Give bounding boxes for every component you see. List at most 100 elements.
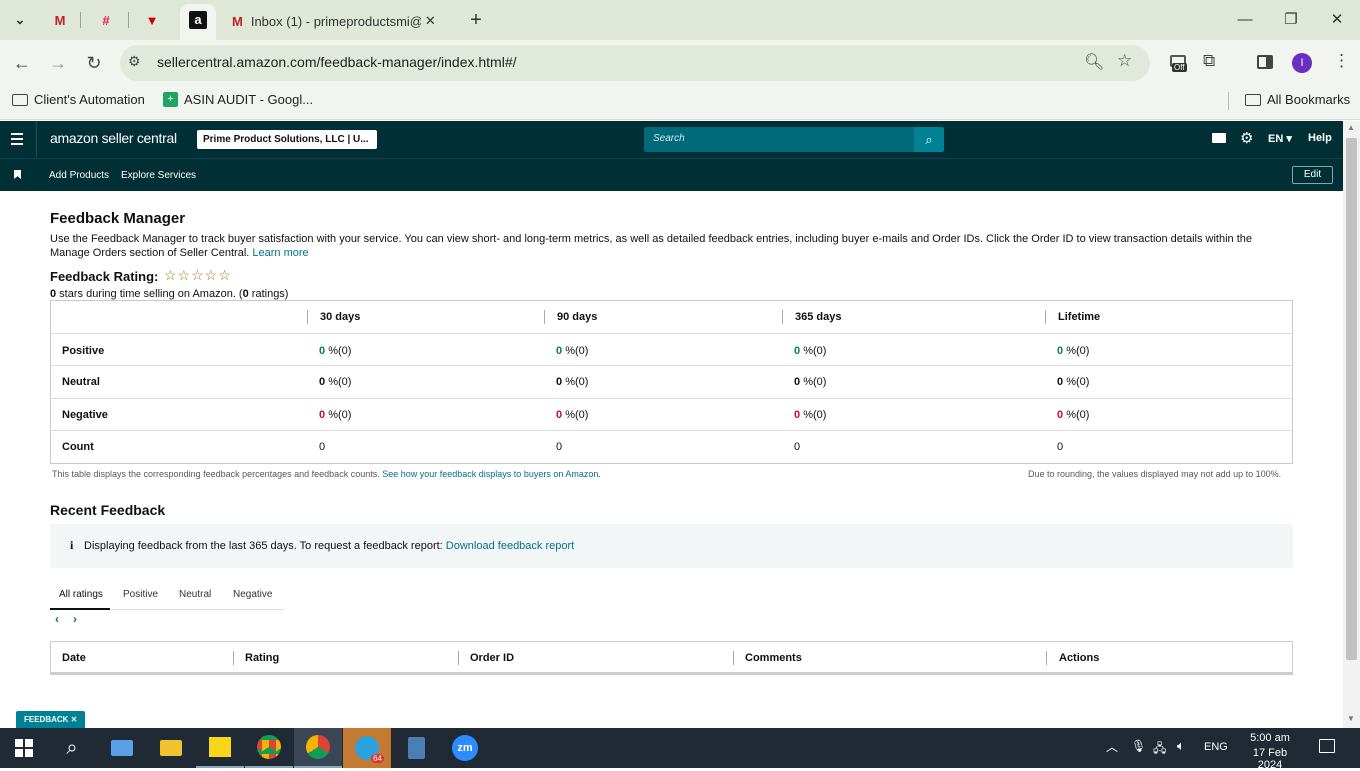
notifications-icon[interactable] [1319,739,1335,753]
table-row-neutral: Neutral 0 %(0) 0 %(0) 0 %(0) 0 %(0) [51,365,1292,398]
close-window-button[interactable]: ✕ [1325,8,1349,32]
extension-icon[interactable]: Off [1168,55,1190,75]
table-cell: 0 %(0) [1057,376,1090,388]
forward-button[interactable]: → [46,51,70,75]
bookmark-label: Client's Automation [34,92,145,107]
reload-button[interactable]: ↻ [82,51,106,75]
bookmark-asin-audit[interactable]: + ASIN AUDIT - Googl... [163,92,313,107]
next-page-chevron-icon[interactable]: › [73,612,77,626]
seller-central-nav-bar [0,158,1343,191]
edit-nav-button[interactable]: Edit [1292,166,1333,184]
tab-all-ratings[interactable]: All ratings [50,579,110,610]
slack-tab-icon[interactable]: # [96,10,116,30]
search-input[interactable]: Search [644,127,916,152]
scroll-down-arrow[interactable]: ▼ [1347,714,1355,723]
feedback-display-link[interactable]: See how your feedback displays to buyers… [382,469,601,479]
extension-badge: Off [1172,63,1187,72]
feedback-tag-button[interactable]: FEEDBACK ✕ [16,711,86,728]
chrome-icon[interactable] [245,728,293,768]
page-description: Use the Feedback Manager to track buyer … [50,233,1252,259]
this-pc-icon[interactable] [98,728,146,768]
pinned-tab-icon[interactable]: ▼ [142,10,162,30]
table-cell: 0 %(0) [794,409,827,421]
feedback-rating-label: Feedback Rating: [50,269,159,284]
chrome-menu-icon[interactable]: ⋮ [1333,51,1350,71]
calculator-icon[interactable] [392,728,440,768]
all-bookmarks[interactable]: All Bookmarks [1245,92,1350,107]
search-icon[interactable]: ⌕ [914,127,944,152]
recent-feedback-title: Recent Feedback [50,502,166,518]
close-tab-icon[interactable]: ✕ [425,13,436,29]
url-text[interactable]: sellercentral.amazon.com/feedback-manage… [157,54,517,70]
scrollbar-thumb[interactable] [1346,138,1357,660]
volume-icon[interactable]: 🔈︎ [1177,738,1185,754]
clock-time: 5:00 am [1250,732,1290,744]
column-divider [544,310,545,324]
tab-neutral[interactable]: Neutral [179,589,211,600]
file-explorer-icon[interactable] [147,728,195,768]
folder-icon [12,93,28,106]
column-header-365-days: 365 days [795,311,842,323]
column-divider [1045,310,1046,324]
input-language[interactable]: ENG [1204,741,1228,753]
settings-gear-icon[interactable]: ⚙ [1240,129,1253,147]
column-header-90-days: 90 days [557,311,598,323]
tab-search-chevron-icon[interactable]: ⌄ [10,10,30,30]
bookmark-star-icon[interactable]: ☆ [1117,51,1132,71]
show-hidden-icons-icon[interactable]: ︿ [1106,738,1118,755]
nav-add-products[interactable]: Add Products [49,170,109,181]
row-label: Positive [62,345,105,357]
language-selector[interactable]: EN ▾ [1268,132,1292,145]
gmail-tab-icon[interactable]: M [50,10,70,30]
zoom-icon[interactable]: 🔍︎ [1084,52,1104,72]
extensions-puzzle-icon[interactable]: ⧉ [1203,51,1215,71]
column-header-date: Date [62,652,86,664]
amazon-seller-central-logo[interactable]: amazon seller central [50,130,177,146]
sticky-notes-icon[interactable] [196,728,244,768]
microphone-icon[interactable]: 🎙︎ [1131,739,1146,753]
clock[interactable]: 5:00 am 17 Feb 2024 [1240,732,1300,771]
account-switcher[interactable]: Prime Product Solutions, LLC | U... [197,130,377,149]
tab-positive[interactable]: Positive [123,589,158,600]
table-cell: 0 %(0) [556,409,589,421]
column-divider [307,310,308,324]
mail-icon[interactable] [1212,133,1226,143]
maximize-button[interactable]: ❐ [1279,8,1303,32]
learn-more-link[interactable]: Learn more [252,247,308,259]
tab-inbox[interactable]: M Inbox (1) - primeproductsmi@g ✕ [226,6,460,36]
help-link[interactable]: Help [1308,132,1332,144]
windows-start-icon[interactable] [0,728,48,768]
new-tab-button[interactable]: + [464,8,488,32]
back-button[interactable]: ← [10,51,34,75]
nav-explore-services[interactable]: Explore Services [121,170,196,181]
rounding-note: Due to rounding, the values displayed ma… [1028,469,1282,479]
side-panel-icon[interactable] [1257,55,1273,69]
download-feedback-report-link[interactable]: Download feedback report [446,540,574,552]
table-cell: 0 %(0) [319,409,352,421]
bookmark-clients-automation[interactable]: Client's Automation [12,92,145,107]
minimize-button[interactable]: — [1233,8,1257,32]
table-cell: 0 %(0) [556,376,589,388]
table-cell: 0 %(0) [794,376,827,388]
bookmark-label: ASIN AUDIT - Googl... [184,92,314,107]
column-divider [458,651,459,665]
star-rating-icon: ☆☆☆☆☆ [164,267,232,283]
chrome-profile-icon[interactable] [294,728,342,768]
profile-avatar[interactable]: I [1292,53,1312,73]
table-cell: 0 [319,441,326,453]
network-icon[interactable]: 🖧︎ [1153,739,1166,760]
hamburger-menu-icon[interactable] [11,133,23,145]
active-tab-amazon[interactable]: a [180,4,216,40]
site-info-icon[interactable]: ⚙ [128,53,141,70]
telegram-icon[interactable]: 64 [343,728,391,768]
scroll-up-arrow[interactable]: ▲ [1347,123,1355,132]
column-divider [782,310,783,324]
taskbar-search-icon[interactable]: ⌕ [48,728,96,768]
column-header-order-id: Order ID [470,652,515,664]
clock-date: 17 Feb 2024 [1252,747,1288,771]
zoom-app-icon[interactable]: zm [441,728,489,768]
prev-page-chevron-icon[interactable]: ‹ [55,612,59,626]
tab-negative[interactable]: Negative [233,589,272,600]
column-header-comments: Comments [745,652,802,664]
table-cell: 0 %(0) [1057,345,1090,357]
